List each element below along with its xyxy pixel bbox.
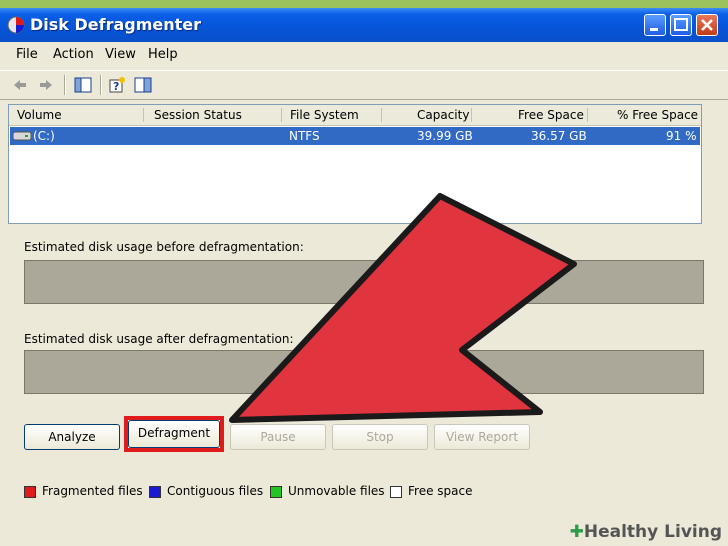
healthy-living-watermark: ✚Healthy Living [569,522,722,542]
annotation-arrow [229,193,577,423]
cross-logo-icon: ✚ [569,522,584,542]
